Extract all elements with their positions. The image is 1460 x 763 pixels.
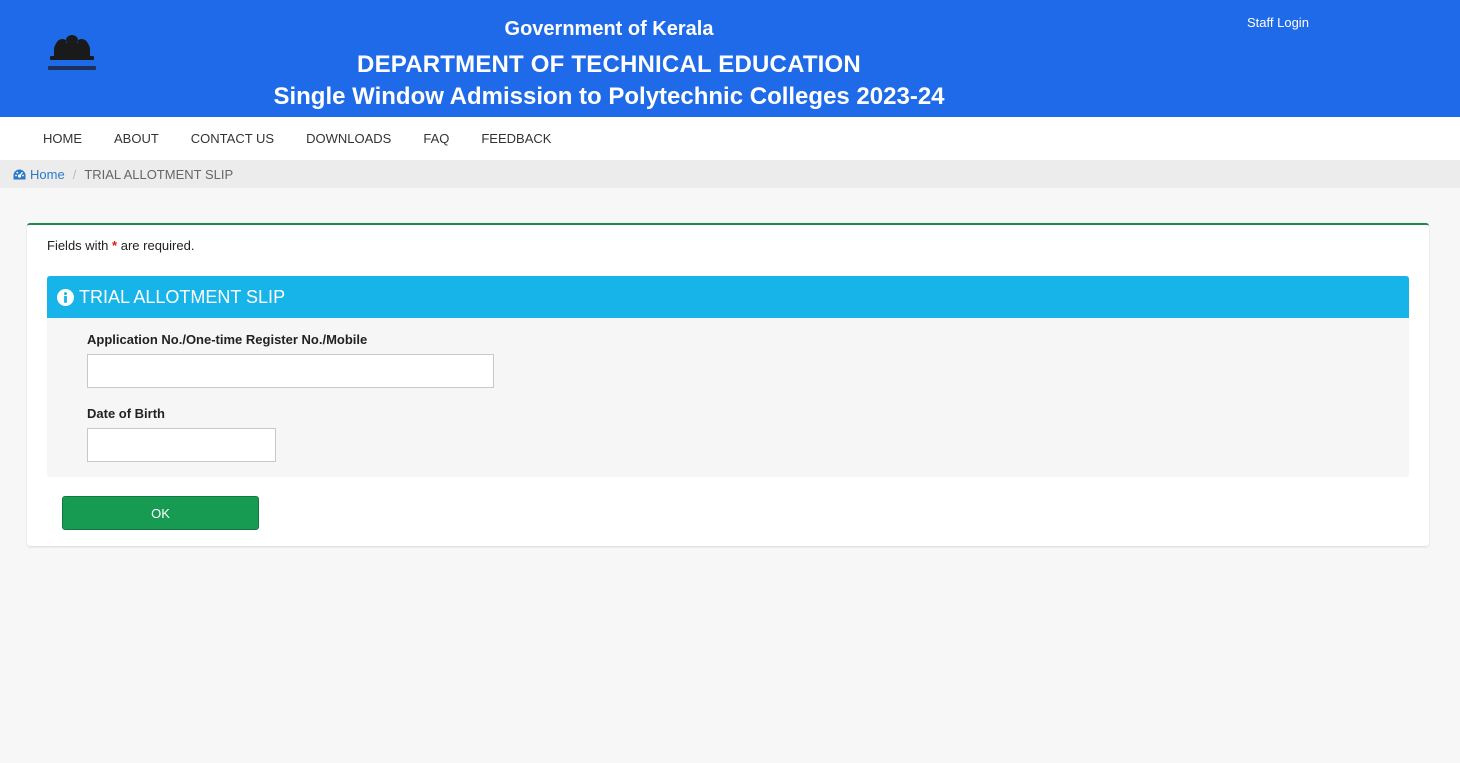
required-star: * xyxy=(112,238,118,253)
staff-login-link[interactable]: Staff Login xyxy=(1247,15,1309,30)
required-prefix: Fields with xyxy=(47,238,109,253)
nav-item-faq[interactable]: FAQ xyxy=(407,117,465,160)
gov-title: Government of Kerala xyxy=(504,18,714,40)
nav-item-feedback[interactable]: FEEDBACK xyxy=(465,117,567,160)
main-nav: HOME ABOUT CONTACT US DOWNLOADS FAQ FEED… xyxy=(0,117,1460,160)
allotment-panel: TRIAL ALLOTMENT SLIP Application No./One… xyxy=(47,276,1409,477)
required-note: Fields with * are required. xyxy=(47,238,194,253)
panel-title: TRIAL ALLOTMENT SLIP xyxy=(79,286,286,307)
ok-button[interactable]: OK xyxy=(62,496,259,530)
breadcrumb: Home / TRIAL ALLOTMENT SLIP xyxy=(0,160,1460,188)
nav-item-home[interactable]: HOME xyxy=(27,117,98,160)
required-suffix: are required. xyxy=(120,238,195,253)
nav-item-contact-us[interactable]: CONTACT US xyxy=(175,117,290,160)
breadcrumb-current: TRIAL ALLOTMENT SLIP xyxy=(84,166,234,182)
nav-item-downloads[interactable]: DOWNLOADS xyxy=(290,117,407,160)
admission-title: Single Window Admission to Polytechnic C… xyxy=(273,83,945,110)
info-circle-icon xyxy=(57,288,74,306)
dashboard-icon xyxy=(13,169,26,179)
dob-input[interactable] xyxy=(87,428,276,462)
dob-label: Date of Birth xyxy=(87,406,165,421)
breadcrumb-home-label: Home xyxy=(30,166,65,182)
application-no-label: Application No./One-time Register No./Mo… xyxy=(87,332,368,347)
site-header: Government of Kerala DEPARTMENT OF TECHN… xyxy=(0,0,1460,117)
application-no-input[interactable] xyxy=(87,354,494,388)
dept-title: DEPARTMENT OF TECHNICAL EDUCATION xyxy=(357,51,861,78)
breadcrumb-separator: / xyxy=(72,166,77,182)
nav-item-about[interactable]: ABOUT xyxy=(98,117,175,160)
panel-header: TRIAL ALLOTMENT SLIP xyxy=(47,276,1409,318)
breadcrumb-home-link[interactable]: Home xyxy=(13,167,65,182)
allotment-form-card: Fields with * are required. TRIAL ALLOTM… xyxy=(27,223,1429,546)
